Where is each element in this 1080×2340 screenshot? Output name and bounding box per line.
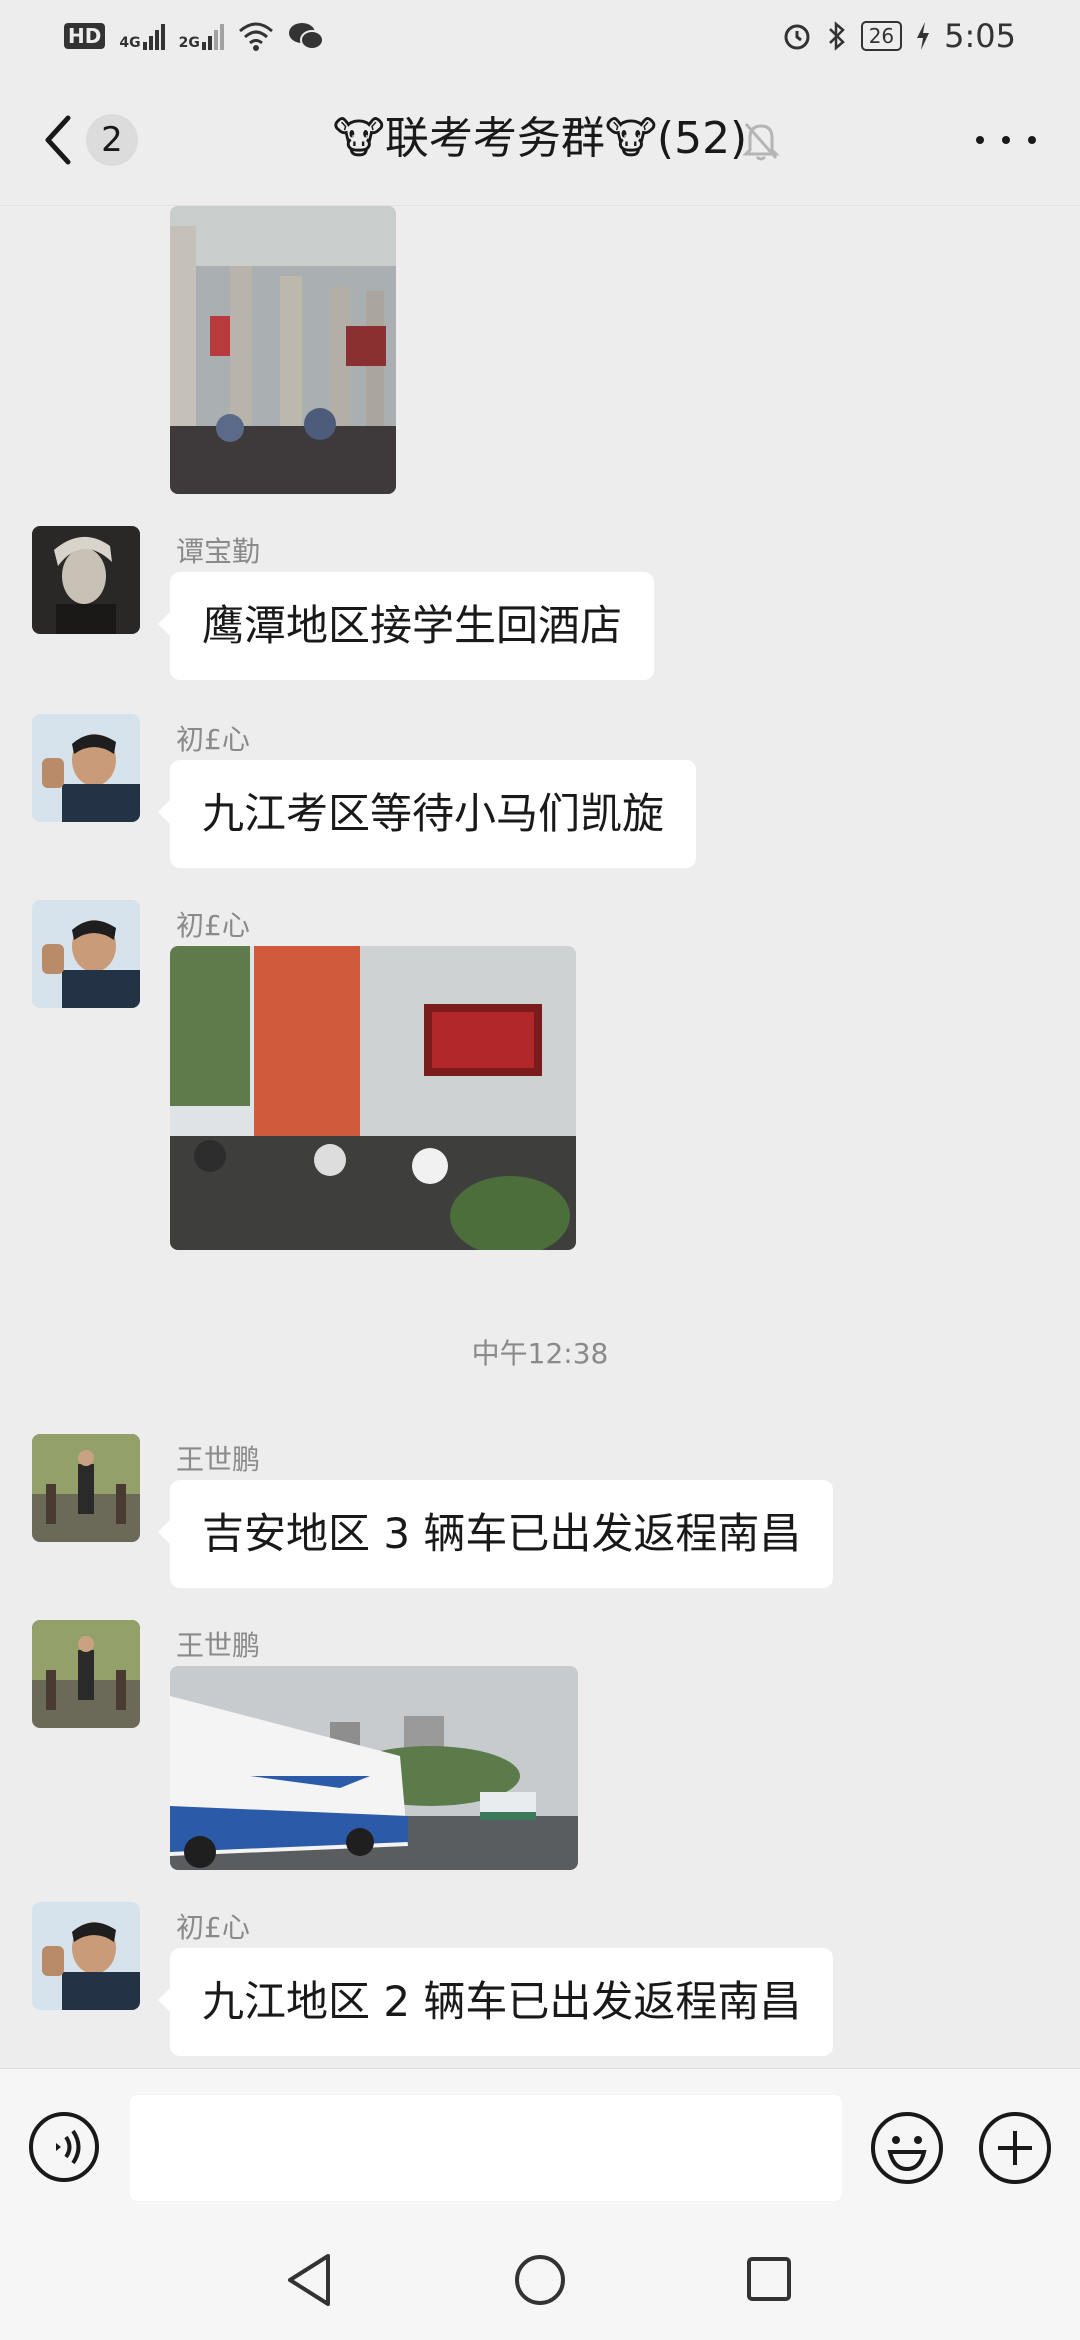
sim2-signal: 2G [179,22,224,50]
signal-icon [201,22,224,50]
chat-title[interactable]: 🐮联考考务群🐮(52) [0,106,1080,172]
text-message-bubble[interactable]: 鹰潭地区接学生回酒店 [157,572,655,680]
wechat-icon [288,23,324,50]
avatar[interactable] [32,1620,140,1728]
message-input[interactable] [130,2095,842,2201]
sim1-network-label: 4G [119,35,141,51]
timestamp-separator: 中午12:38 [471,1337,609,1370]
image-message[interactable] [170,1666,578,1870]
text-message-bubble[interactable]: 九江考区等待小马们凯旋 [157,760,697,868]
status-bar: HD 4G 2G 26 5:05 [0,0,1080,72]
message-input-bar [0,2068,1080,2228]
emoji-icon[interactable] [870,2111,944,2185]
sender-name: 初£心 [176,1911,250,1944]
status-left: HD 4G 2G [64,21,324,51]
nav-recent-apps-icon[interactable] [746,2256,792,2302]
avatar[interactable] [32,526,140,634]
text-message-bubble[interactable]: 吉安地区 3 辆车已出发返程南昌 [157,1480,834,1588]
hd-badge: HD [64,23,106,49]
bluetooth-icon [828,21,845,51]
image-message[interactable] [170,946,576,1250]
clock: 5:05 [944,17,1016,55]
avatar[interactable] [32,900,140,1008]
mute-bell-icon [742,123,780,161]
system-nav-bar [0,2228,1080,2340]
wifi-icon [238,22,273,51]
sender-name: 初£心 [176,909,250,942]
sender-name: 王世鹏 [176,1443,261,1476]
charging-icon [917,22,930,50]
avatar[interactable] [32,1902,140,2010]
avatar[interactable] [32,714,140,822]
chat-header: 2 🐮联考考务群🐮(52) [0,72,1080,206]
nav-home-icon[interactable] [514,2254,566,2306]
image-message[interactable] [170,206,396,494]
sender-name: 初£心 [176,723,250,756]
battery-icon: 26 [860,21,903,51]
text-message-bubble[interactable]: 九江地区 2 辆车已出发返程南昌 [157,1948,834,2056]
plus-icon[interactable] [978,2111,1052,2185]
sender-name: 谭宝勤 [176,535,261,568]
sim2-network-label: 2G [178,35,200,51]
avatar[interactable] [32,1434,140,1542]
sim1-signal: 4G [119,22,165,51]
alarm-icon [784,24,810,50]
chat-message-list[interactable]: 谭宝勤 鹰潭地区接学生回酒店 初£心 九江考区等待小马们凯旋 初£心 中午12:… [0,206,1080,2068]
status-right: 26 5:05 [781,17,1016,55]
more-icon[interactable] [976,130,1036,150]
nav-back-icon[interactable] [286,2252,334,2308]
voice-icon[interactable] [28,2111,100,2183]
signal-icon [142,22,165,50]
sender-name: 王世鹏 [176,1629,261,1662]
